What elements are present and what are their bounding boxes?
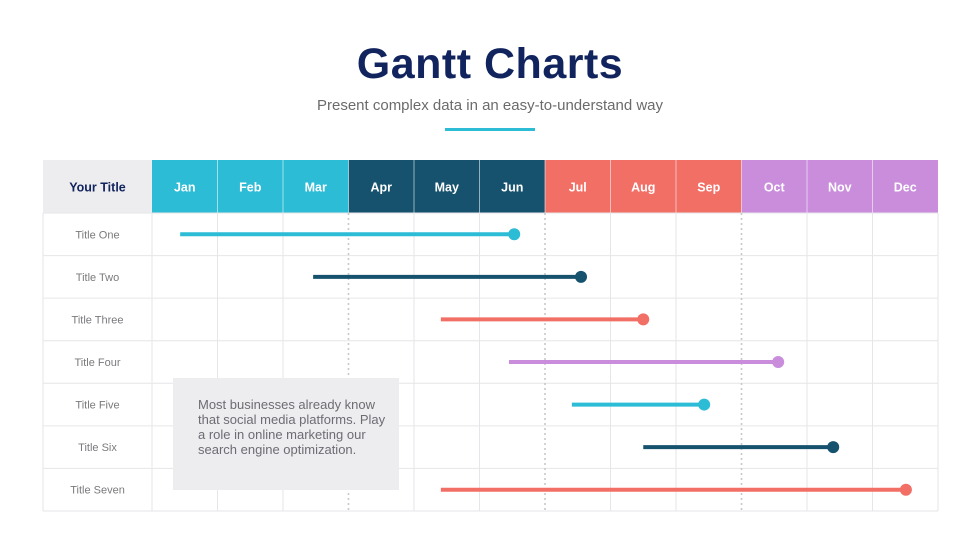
month-label-may: May (435, 181, 459, 195)
task-end-marker (508, 228, 521, 241)
task-label: Title Six (78, 442, 117, 454)
month-label-oct: Oct (764, 181, 786, 195)
task-label: Title Seven (70, 485, 125, 497)
note-box: Most businesses already know that social… (173, 378, 399, 490)
corner-label: Your Title (69, 181, 126, 195)
task-end-marker (899, 483, 912, 496)
month-label-mar: Mar (305, 181, 327, 195)
task-label: Title One (75, 229, 119, 241)
task-label: Title Five (75, 400, 119, 412)
month-label-sep: Sep (697, 181, 720, 195)
month-label-dec: Dec (894, 181, 917, 195)
month-label-feb: Feb (239, 181, 262, 195)
task-end-marker (772, 355, 785, 368)
task-end-marker (575, 270, 588, 283)
task-label: Title Three (72, 314, 124, 326)
month-label-nov: Nov (828, 181, 852, 195)
note-text: Most businesses already know that social… (198, 397, 386, 457)
month-label-jun: Jun (501, 181, 523, 195)
task-label: Title Two (76, 272, 119, 284)
gantt-chart: Your Title Jan Feb Mar Apr May Jun Jul Aug Sep Oct… (42, 160, 939, 512)
month-label-aug: Aug (631, 181, 655, 195)
task-end-marker (827, 441, 840, 454)
month-label-jan: Jan (174, 181, 196, 195)
month-label-jul: Jul (569, 181, 587, 195)
task-end-marker (637, 313, 650, 326)
month-label-apr: Apr (370, 181, 392, 195)
task-label: Title Four (74, 357, 120, 369)
task-end-marker (698, 398, 711, 411)
